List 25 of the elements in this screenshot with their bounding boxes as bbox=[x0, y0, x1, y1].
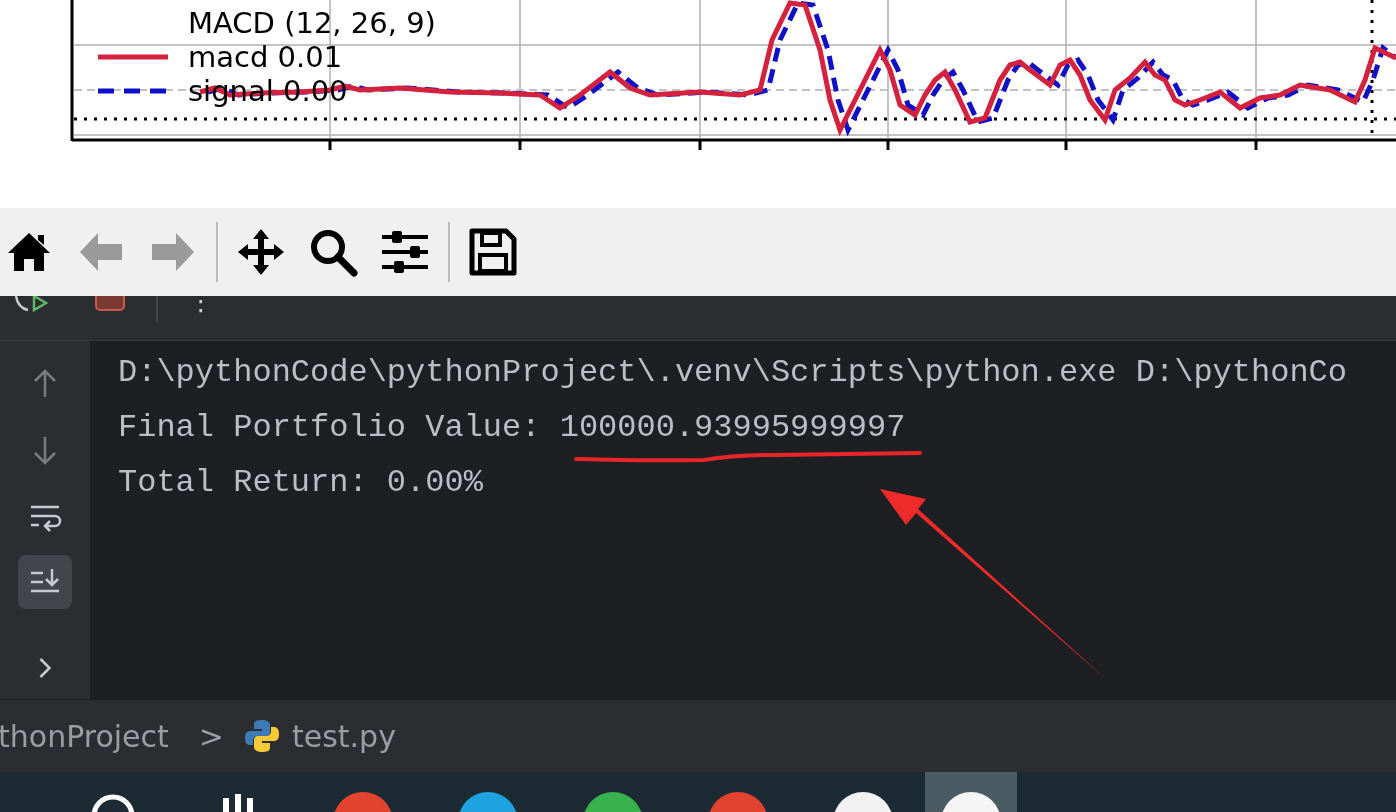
scroll-end-button[interactable] bbox=[18, 555, 72, 609]
taskbar-button[interactable] bbox=[925, 772, 1017, 812]
app-icon bbox=[457, 790, 518, 812]
move-icon bbox=[236, 227, 286, 277]
stop-icon[interactable] bbox=[94, 296, 126, 312]
app-icon bbox=[832, 790, 893, 812]
search-icon bbox=[90, 792, 135, 812]
console-line: Total Return: 0.00% bbox=[118, 463, 483, 503]
app-icon bbox=[941, 790, 1001, 812]
python-file-icon bbox=[243, 718, 280, 754]
console-line: D:\pythonCode\pythonProject\.venv\Scripts\python.exe D:\pythonCo bbox=[118, 353, 1347, 393]
more-button[interactable]: ⋮ bbox=[188, 296, 214, 316]
console-value: 100000.93995999997 bbox=[559, 408, 906, 448]
chevron-right-icon bbox=[38, 657, 52, 679]
taskbar-widgets-icon bbox=[220, 794, 255, 812]
app-icon bbox=[582, 790, 643, 812]
breadcrumb-item[interactable]: test.py bbox=[291, 718, 396, 754]
app-icon bbox=[707, 790, 768, 812]
breadcrumb-separator: > bbox=[198, 718, 224, 754]
search-icon bbox=[308, 227, 358, 277]
app-icon bbox=[332, 790, 393, 812]
legend-title: MACD (12, 26, 9) bbox=[188, 6, 436, 40]
console-line: Final Portfolio Value: bbox=[118, 408, 542, 448]
save-icon bbox=[468, 227, 518, 277]
legend-label: macd 0.01 bbox=[188, 40, 344, 74]
